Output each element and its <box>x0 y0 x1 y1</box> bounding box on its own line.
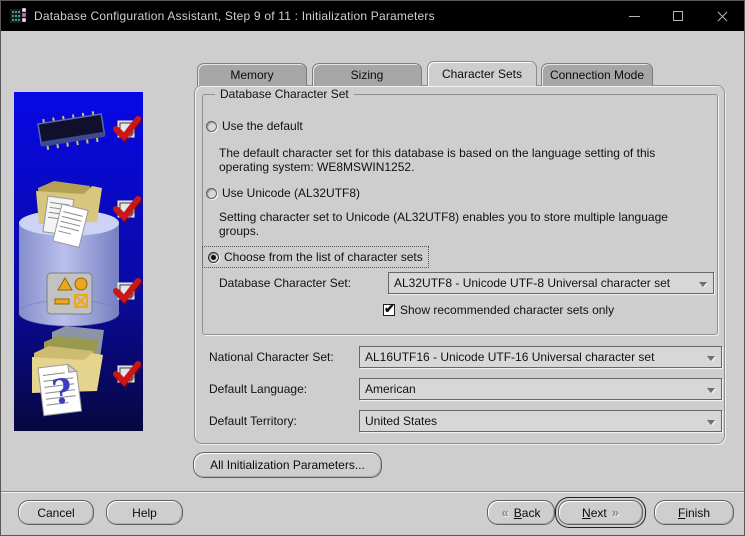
field-label: Default Language: <box>209 382 308 396</box>
finish-button[interactable]: Finish <box>654 500 734 525</box>
chevron-down-icon <box>707 420 715 425</box>
all-initialization-parameters-button[interactable]: All Initialization Parameters... <box>193 452 382 478</box>
chevron-down-icon <box>699 282 707 287</box>
dialog-body: ? Memory Sizing Character Sets Connectio… <box>1 31 744 535</box>
tab-label: Character Sets <box>441 67 523 81</box>
selected-value: United States <box>365 414 438 428</box>
wizard-art-panel: ? <box>14 92 143 431</box>
chevron-down-icon <box>707 388 715 393</box>
button-label: All Initialization Parameters... <box>210 458 365 472</box>
chevron-down-icon <box>707 356 715 361</box>
radio-selected-icon <box>208 251 219 263</box>
tab-memory[interactable]: Memory <box>197 63 307 86</box>
radio-icon <box>206 120 217 132</box>
tab-label: Memory <box>230 68 274 82</box>
database-character-set-select[interactable]: AL32UTF8 - Unicode UTF-8 Universal chara… <box>388 272 714 294</box>
character-sets-panel: Database Character Set Use the default T… <box>194 85 725 444</box>
radio-use-default[interactable]: Use the default <box>206 119 303 133</box>
window-title: Database Configuration Assistant, Step 9… <box>34 9 435 23</box>
radio-label: Use Unicode (AL32UTF8) <box>222 186 361 200</box>
tab-character-sets[interactable]: Character Sets <box>427 61 537 86</box>
selected-value: AL32UTF8 - Unicode UTF-8 Universal chara… <box>394 276 671 290</box>
help-button[interactable]: Help <box>106 500 183 525</box>
radio-label: Use the default <box>222 119 303 133</box>
national-character-set-label: National Character Set: <box>209 350 334 364</box>
close-button[interactable] <box>700 1 744 31</box>
radio-use-unicode[interactable]: Use Unicode (AL32UTF8) <box>206 186 360 200</box>
button-label: Next <box>582 505 607 520</box>
default-territory-label: Default Territory: <box>209 414 297 428</box>
selected-value: American <box>365 382 416 396</box>
field-label: Default Territory: <box>209 414 297 428</box>
default-language-select[interactable]: American <box>359 378 722 400</box>
dbca-window: Database Configuration Assistant, Step 9… <box>0 0 745 536</box>
question-document-icon: ? <box>37 363 83 417</box>
field-label: National Character Set: <box>209 350 334 364</box>
button-label: Help <box>132 505 157 520</box>
app-icon <box>10 8 26 23</box>
group-title: Database Character Set <box>215 87 354 101</box>
footer-separator <box>1 491 744 493</box>
use-unicode-description: Setting character set to Unicode (AL32UT… <box>219 210 668 238</box>
maximize-icon <box>673 11 683 21</box>
checkbox-checked-icon: ✔ <box>383 301 395 316</box>
shapes-tile-icon <box>46 272 93 315</box>
double-chevron-left-icon: « <box>501 505 509 520</box>
use-default-description: The default character set for this datab… <box>219 146 656 174</box>
tab-label: Sizing <box>350 68 384 82</box>
close-icon <box>716 10 729 23</box>
check-glyph: ✔ <box>384 301 395 316</box>
radio-label: Choose from the list of character sets <box>224 250 423 264</box>
database-character-set-label: Database Character Set: <box>219 276 351 290</box>
checkbox-label: Show recommended character sets only <box>400 303 615 317</box>
maximize-button[interactable] <box>656 1 700 31</box>
default-territory-select[interactable]: United States <box>359 410 722 432</box>
cancel-button[interactable]: Cancel <box>18 500 94 525</box>
show-recommended-checkbox[interactable]: ✔ Show recommended character sets only <box>383 301 615 317</box>
default-language-label: Default Language: <box>209 382 307 396</box>
field-label: Database Character Set: <box>219 276 352 290</box>
minimize-button[interactable] <box>612 1 656 31</box>
minimize-icon <box>628 15 640 17</box>
double-chevron-right-icon: » <box>611 505 619 520</box>
button-label: Cancel <box>37 505 75 520</box>
next-button[interactable]: Next » <box>558 500 643 525</box>
tab-label: Connection Mode <box>549 68 645 82</box>
button-label: Back <box>513 505 541 520</box>
back-button[interactable]: « Back <box>487 500 555 525</box>
button-label: Finish <box>677 505 711 520</box>
tab-sizing[interactable]: Sizing <box>312 63 422 86</box>
window-controls <box>612 1 744 31</box>
selected-value: AL16UTF16 - Unicode UTF-16 Universal cha… <box>365 350 655 364</box>
titlebar: Database Configuration Assistant, Step 9… <box>1 1 744 31</box>
tab-connection-mode[interactable]: Connection Mode <box>541 63 653 86</box>
radio-choose-from-list[interactable]: Choose from the list of character sets <box>202 246 429 268</box>
radio-icon <box>206 187 217 199</box>
national-character-set-select[interactable]: AL16UTF16 - Unicode UTF-16 Universal cha… <box>359 346 722 368</box>
